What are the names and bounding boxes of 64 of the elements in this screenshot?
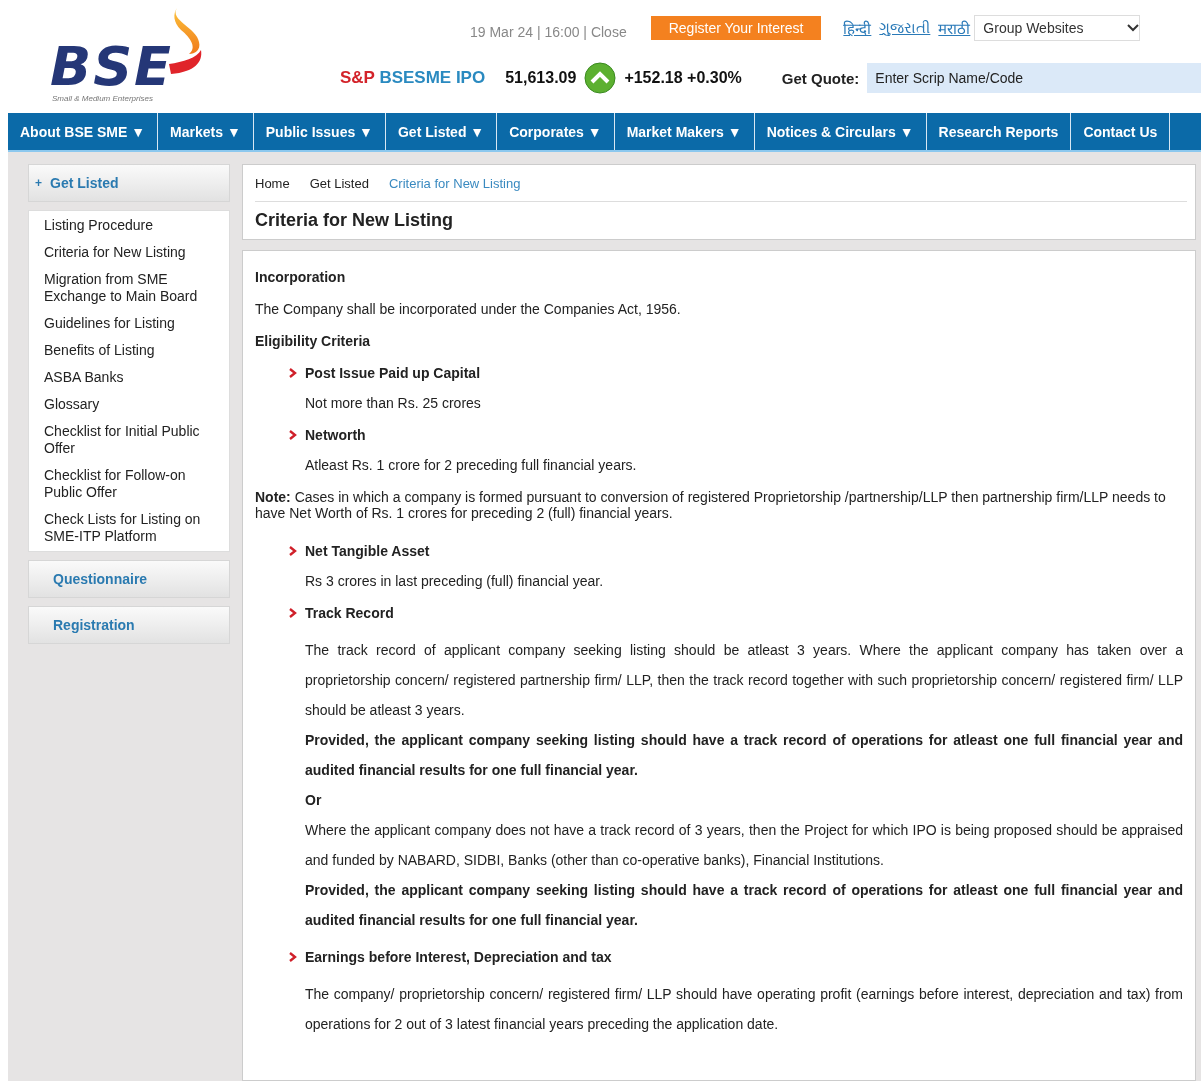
- language-link[interactable]: हिन्दी: [843, 18, 872, 38]
- market-status: 19 Mar 24 | 16:00 | Close: [470, 24, 627, 40]
- sidebar-item[interactable]: Glossary: [44, 396, 221, 413]
- nav-menu-item[interactable]: Contact Us: [1071, 113, 1171, 150]
- criterion-title: Net Tangible Asset: [305, 543, 430, 559]
- chevron-bullet-icon: [289, 608, 297, 618]
- nav-menu-item[interactable]: Get Listed ▼: [386, 113, 498, 150]
- sidebar-item[interactable]: Migration from SME Exchange to Main Board: [44, 271, 221, 305]
- chevron-bullet-icon: [289, 430, 297, 440]
- sidebar-item[interactable]: Checklist for Initial Public Offer: [44, 423, 221, 457]
- criterion-title: Track Record: [305, 605, 394, 621]
- chevron-bullet-icon: [289, 952, 297, 962]
- logo-tagline: Small & Medium Enterprises: [52, 94, 153, 103]
- breadcrumb-link[interactable]: Home: [255, 175, 290, 191]
- bold-paragraph: Provided, the applicant company seeking listing should have a track record of operations for atleast one full financial year and audited financial results for one full financial year.: [305, 731, 1183, 780]
- sidebar-item[interactable]: Checklist for Follow-on Public Offer: [44, 467, 221, 501]
- index-name: S&P BSESME IPO: [340, 68, 486, 88]
- paragraph: Where the applicant company does not have a track record of 3 years, then the Project for which IPO is being proposed should be appraised and funded by NABARD, SIDBI, Banks (other than co-operative banks), Financial Institutions.: [305, 821, 1183, 870]
- criterion-title: Networth: [305, 427, 366, 443]
- language-link[interactable]: मराठी: [938, 18, 971, 38]
- sidebar-item[interactable]: Listing Procedure: [44, 217, 221, 234]
- page-title: Criteria for New Listing: [255, 210, 455, 231]
- nav-menu-item[interactable]: Markets ▼: [158, 113, 254, 150]
- breadcrumb-link[interactable]: Criteria for New Listing: [388, 175, 521, 191]
- logo-wordmark: BSE: [50, 42, 173, 92]
- index-value: 51,613.09: [505, 69, 577, 87]
- quote-search-field[interactable]: Enter Scrip Name/Code: [867, 63, 1201, 93]
- sidebar-item[interactable]: Criteria for New Listing: [44, 244, 221, 261]
- nav-menu-item[interactable]: Research Reports: [926, 113, 1072, 150]
- section-heading: Incorporation: [255, 269, 347, 285]
- nav-menu-item[interactable]: Market Makers ▼: [614, 113, 755, 150]
- sidebar-item[interactable]: Check Lists for Listing on SME-ITP Platform: [44, 511, 221, 545]
- criterion-title: Earnings before Interest, Depreciation and tax: [305, 949, 612, 965]
- breadcrumb-link[interactable]: Get Listed: [309, 175, 369, 191]
- expand-marker: +: [35, 176, 42, 190]
- nav-menu-item[interactable]: Corporates ▼: [497, 113, 615, 150]
- index-change: +152.18 +0.30%: [624, 69, 742, 87]
- sidebar-item[interactable]: ASBA Banks: [44, 369, 221, 386]
- note-paragraph: Note: Cases in which a company is formed pursuant to conversion of registered Proprietorship /partnership/LLP then partnership firm/LLP needs to have Net Worth of Rs. 1 crores for preceding 2 (full) financial years.: [255, 489, 1167, 521]
- bold-paragraph: Or: [305, 791, 323, 810]
- paragraph: The track record of applicant company seeking listing should be atleast 3 years. Where the applicant company has taken over a proprietorship concern/ registered partnership firm/ LLP, then the track record together with such proprietorship concern/ registered firm/ LLP should be atleast 3 years.: [305, 641, 1183, 720]
- chevron-bullet-icon: [289, 546, 297, 556]
- sidebar-section-title: Get Listed: [50, 175, 119, 191]
- criterion-title: Post Issue Paid up Capital: [305, 365, 481, 381]
- nav-menu-item[interactable]: Notices & Circulars ▼: [754, 113, 927, 150]
- paragraph: Not more than Rs. 25 crores: [305, 395, 482, 411]
- group-websites-dropdown[interactable]: Group Websites: [974, 15, 1141, 41]
- bold-paragraph: Provided, the applicant company seeking listing should have a track record of operations for atleast one full financial year and audited financial results for one full financial year.: [305, 881, 1183, 930]
- sidebar-item[interactable]: Guidelines for Listing: [44, 315, 221, 332]
- nav-menu-item[interactable]: Public Issues ▼: [253, 113, 386, 150]
- nav-menu-item[interactable]: About BSE SME ▼: [8, 113, 159, 150]
- paragraph: The company/ proprietorship concern/ registered firm/ LLP should have operating profit (earnings before interest, depreciation and tax) from operations for 2 out of 3 latest financial years preceding the application date.: [305, 985, 1183, 1034]
- sidebar-section-button[interactable]: Registration: [28, 606, 230, 644]
- paragraph: The Company shall be incorporated under the Companies Act, 1956.: [255, 301, 682, 317]
- paragraph: Atleast Rs. 1 crore for 2 preceding full financial years.: [305, 457, 638, 473]
- chevron-down-icon: [1127, 24, 1140, 32]
- chevron-bullet-icon: [289, 368, 297, 378]
- sidebar-section-header[interactable]: + Get Listed: [28, 164, 230, 202]
- sidebar-item[interactable]: Benefits of Listing: [44, 342, 221, 359]
- section-heading: Eligibility Criteria: [255, 333, 372, 349]
- get-quote-label: Get Quote:: [781, 69, 860, 87]
- language-link[interactable]: ગુજરાતી: [879, 19, 931, 37]
- paragraph: Rs 3 crores in last preceding (full) financial year.: [305, 573, 605, 589]
- sidebar-section-button[interactable]: Questionnaire: [28, 560, 230, 598]
